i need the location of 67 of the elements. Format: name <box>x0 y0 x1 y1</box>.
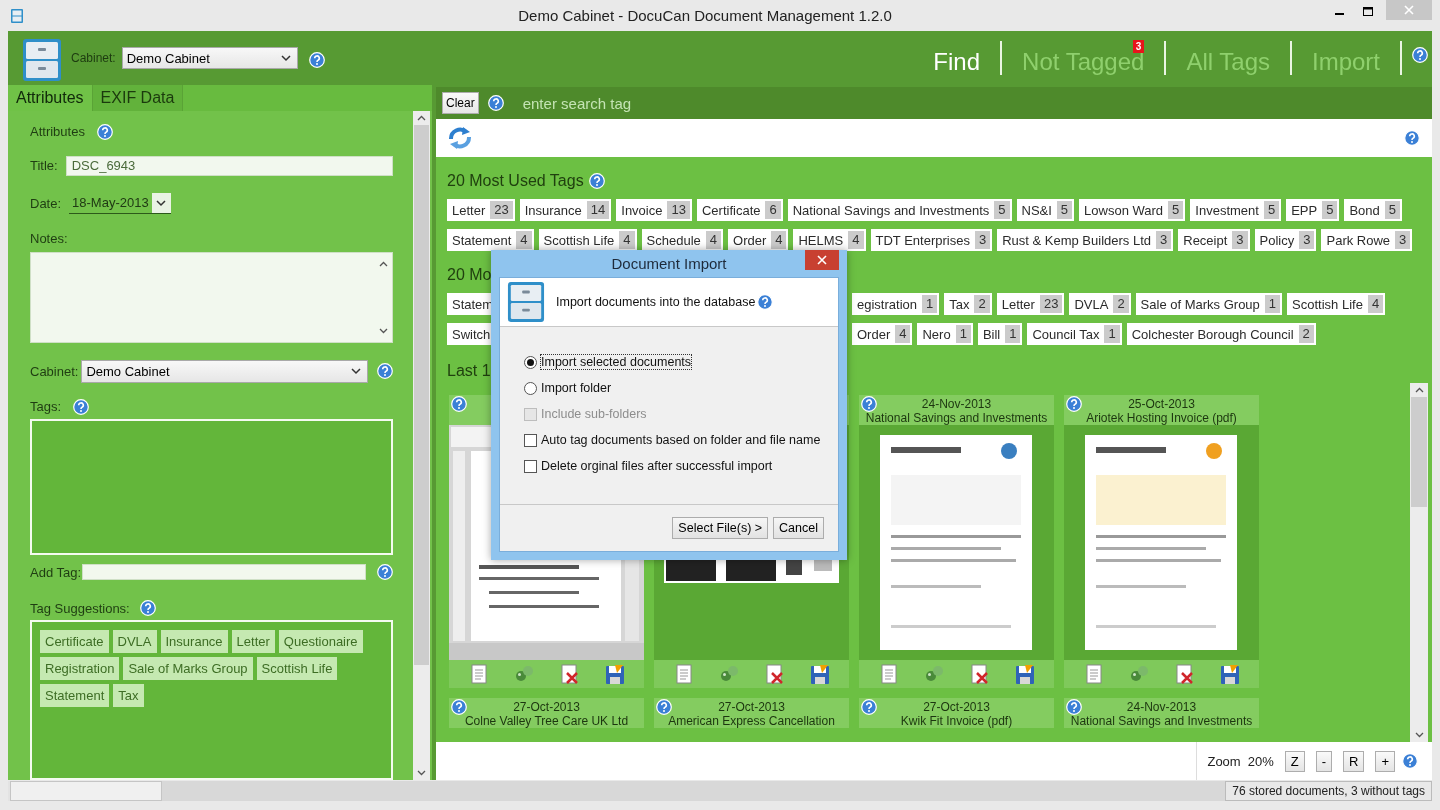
document-title: Colne Valley Tree Care UK Ltd <box>464 714 629 728</box>
tags-label: Tags: <box>30 399 62 415</box>
tag-count: 23 <box>1039 295 1063 313</box>
zoom-label: Zoom <box>1207 753 1241 769</box>
tag-count: 4 <box>619 231 635 249</box>
document-date: 27-Oct-2013 <box>513 700 580 714</box>
cabinet-label: Cabinet: <box>30 363 79 379</box>
notes-label: Notes: <box>30 230 68 246</box>
option-label: Auto tag documents based on folder and file name <box>541 433 821 447</box>
date-label: Date: <box>30 195 62 211</box>
status-text: 76 stored documents, 3 without tags <box>1225 781 1432 801</box>
dialog-title: Document Import <box>611 255 727 272</box>
tag-count: 1 <box>1264 295 1281 313</box>
tag-count: 4 <box>895 325 911 343</box>
tag-count: 5 <box>1168 201 1184 219</box>
document-date: 27-Oct-2013 <box>718 700 785 714</box>
window-title: Demo Cabinet - DocuCan Document Management 1.2.0 <box>517 7 893 24</box>
document-title: American Express Cancellation <box>668 714 835 728</box>
tag-count: 5 <box>1056 201 1073 219</box>
tag-count: 4 <box>848 231 864 249</box>
tag-count: 13 <box>667 201 690 219</box>
document-date: 25-Oct-2013 <box>1128 397 1195 411</box>
document-title: National Savings and Investments <box>1070 714 1253 728</box>
tag-count: 2 <box>974 295 990 313</box>
tag-count: 4 <box>1367 295 1384 313</box>
document-date: 24-Nov-2013 <box>1126 700 1197 714</box>
zoom-value: 20% <box>1247 753 1274 769</box>
document-title: National Savings and Investments <box>865 411 1048 425</box>
tag-count: 4 <box>516 231 532 249</box>
cabinet-label: Cabinet: <box>71 51 116 65</box>
section-heading: Attributes <box>30 124 85 140</box>
tag-count: 23 <box>490 201 513 219</box>
option-label: Delete orginal files after successful import <box>541 459 773 473</box>
tag-count: 3 <box>1395 231 1411 249</box>
add-tag-label: Add Tag: <box>30 564 82 580</box>
document-title: Ariotek Hosting Invoice (pdf) <box>1086 411 1237 425</box>
document-date: 24-Nov-2013 <box>921 397 992 411</box>
section-heading: Last 1 <box>447 362 491 380</box>
tag-count: 1 <box>922 295 938 313</box>
tag-count: 1 <box>1005 325 1021 343</box>
tag-count: 5 <box>1263 201 1280 219</box>
section-heading: 20 Most Used Tags <box>447 172 584 190</box>
tag-count: 1 <box>1104 325 1120 343</box>
tag-count: 3 <box>974 231 991 249</box>
count-badge: 3 <box>1132 40 1145 53</box>
tag-count: 2 <box>1298 325 1314 343</box>
tag-count: 3 <box>1232 231 1248 249</box>
document-date: 27-Oct-2013 <box>923 700 990 714</box>
option-label: Include sub-folders <box>541 407 647 421</box>
document-title: Kwik Fit Invoice (pdf) <box>900 714 1013 728</box>
tag-count: 3 <box>1299 231 1315 249</box>
title-label: Title: <box>30 158 58 174</box>
option-label: Import folder <box>541 381 612 395</box>
tag-count: 1 <box>955 325 971 343</box>
section-heading: 20 Mo <box>447 266 492 284</box>
dialog-heading: Import documents into the database <box>556 295 756 309</box>
tag-count: 5 <box>994 201 1010 219</box>
tag-count: 14 <box>586 201 610 219</box>
tag-count: 5 <box>1322 201 1338 219</box>
tag-count: 2 <box>1113 295 1129 313</box>
suggestions-label: Tag Suggestions: <box>30 600 130 616</box>
tag-count: 5 <box>1384 201 1400 219</box>
tag-count: 6 <box>765 201 781 219</box>
tag-count: 4 <box>705 231 721 249</box>
option-label: Import selected documents <box>541 355 692 369</box>
tag-count: 3 <box>1156 231 1172 249</box>
tag-count: 4 <box>771 231 787 249</box>
